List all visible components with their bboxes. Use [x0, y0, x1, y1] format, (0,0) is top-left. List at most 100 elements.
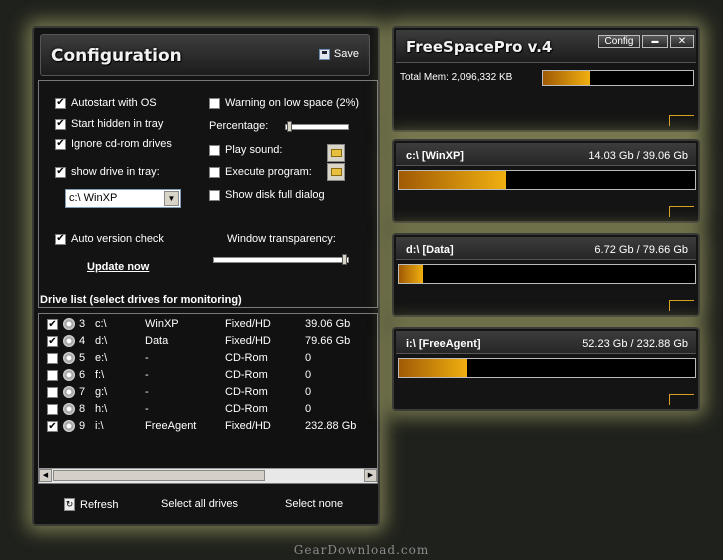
drive-size: 0 — [305, 386, 312, 398]
drive-row[interactable]: ✔ 9 i:\ FreeAgent Fixed/HD 232.88 Gb — [39, 418, 369, 435]
drive-row[interactable]: 5 e:\ - CD-Rom 0 — [39, 350, 369, 367]
memory-meter — [542, 70, 694, 86]
tray-drive-select[interactable]: c:\ WinXP ▼ — [65, 189, 181, 208]
auto-version-checkbox[interactable]: ✔ — [55, 233, 66, 245]
resize-corner[interactable] — [669, 394, 694, 405]
drive-checkbox[interactable]: ✔ — [47, 319, 58, 330]
drive-row[interactable]: ✔ 3 c:\ WinXP Fixed/HD 39.06 Gb — [39, 316, 369, 333]
drive-usage-panel: d:\ [Data] 6.72 Gb / 79.66 Gb — [392, 233, 700, 317]
show-disk-full-checkbox[interactable] — [209, 189, 220, 201]
transparency-slider-track[interactable] — [213, 257, 349, 263]
drive-checkbox[interactable]: ✔ — [47, 421, 58, 432]
drive-size: 39.06 Gb — [305, 318, 351, 330]
drive-checkbox[interactable] — [47, 370, 58, 381]
warning-low-space-label: Warning on low space (2%) — [225, 97, 360, 109]
close-button[interactable]: ✕ — [670, 35, 694, 48]
save-button[interactable]: Save — [318, 48, 359, 60]
play-sound-option[interactable]: Play sound: — [209, 144, 282, 156]
drive-panel-header: c:\ [WinXP] 14.03 Gb / 39.06 Gb — [396, 143, 696, 166]
select-none-button[interactable]: Select none — [285, 498, 343, 510]
fsp-title: FreeSpacePro v.4 — [406, 38, 553, 56]
start-hidden-option[interactable]: ✔ Start hidden in tray — [55, 118, 163, 130]
warning-low-space-option[interactable]: Warning on low space (2%) — [209, 97, 359, 109]
drive-label: - — [145, 403, 149, 415]
drive-type: CD-Rom — [225, 352, 268, 364]
autostart-label: Autostart with OS — [71, 97, 157, 109]
drive-row[interactable]: 6 f:\ - CD-Rom 0 — [39, 367, 369, 384]
drive-usage-meter-fill — [399, 265, 423, 283]
drive-usage-meter — [398, 358, 696, 378]
resize-corner[interactable] — [669, 206, 694, 217]
drive-panel-usage: 14.03 Gb / 39.06 Gb — [588, 150, 688, 162]
drive-size: 0 — [305, 352, 312, 364]
drive-checkbox[interactable] — [47, 404, 58, 415]
start-hidden-label: Start hidden in tray — [71, 118, 164, 130]
drive-label: WinXP — [145, 318, 179, 330]
drive-panel-name: i:\ [FreeAgent] — [406, 338, 481, 350]
configuration-window: Configuration Save ✔ Autostart with OS ✔… — [32, 26, 380, 526]
refresh-button[interactable]: ↻ Refresh — [64, 498, 119, 511]
show-drive-tray-option[interactable]: ✔ show drive in tray: — [55, 166, 160, 178]
drive-checkbox[interactable] — [47, 387, 58, 398]
ignore-cdrom-checkbox[interactable]: ✔ — [55, 138, 66, 150]
percentage-slider-track[interactable] — [285, 124, 349, 130]
autostart-checkbox[interactable]: ✔ — [55, 97, 66, 109]
ignore-cdrom-option[interactable]: ✔ Ignore cd-rom drives — [55, 138, 172, 150]
drive-letter: d:\ — [95, 335, 108, 347]
drive-usage-meter-fill — [399, 359, 468, 377]
browse-program-button[interactable] — [327, 163, 345, 181]
config-title: Configuration — [51, 46, 182, 66]
floppy-disk-icon — [318, 48, 330, 60]
scroll-left-button[interactable]: ◀ — [39, 469, 52, 482]
drive-row[interactable]: ✔ 4 d:\ Data Fixed/HD 79.66 Gb — [39, 333, 369, 350]
drive-type: CD-Rom — [225, 369, 268, 381]
drive-number: 4 — [79, 335, 86, 347]
drive-type: Fixed/HD — [225, 420, 271, 432]
drive-size: 79.66 Gb — [305, 335, 351, 347]
select-all-drives-button[interactable]: Select all drives — [161, 498, 238, 510]
memory-meter-fill — [543, 71, 590, 85]
transparency-slider-thumb[interactable] — [342, 254, 347, 265]
auto-version-option[interactable]: ✔ Auto version check — [55, 233, 164, 245]
execute-program-option[interactable]: Execute program: — [209, 166, 312, 178]
horizontal-scrollbar[interactable]: ◀ ▶ — [39, 468, 377, 483]
execute-program-checkbox[interactable] — [209, 166, 220, 178]
warning-low-space-checkbox[interactable] — [209, 97, 220, 109]
drive-letter: h:\ — [95, 403, 108, 415]
drive-row[interactable]: 7 g:\ - CD-Rom 0 — [39, 384, 369, 401]
fsp-titlebar: FreeSpacePro v.4 Config ▬ ✕ — [396, 30, 696, 63]
drive-panel-usage: 52.23 Gb / 232.88 Gb — [582, 338, 688, 350]
scroll-right-button[interactable]: ▶ — [364, 469, 377, 482]
drive-letter: e:\ — [95, 352, 108, 364]
update-now-link[interactable]: Update now — [87, 261, 149, 273]
disk-icon — [63, 369, 75, 381]
drive-row[interactable]: 8 h:\ - CD-Rom 0 — [39, 401, 369, 418]
browse-sound-button[interactable] — [327, 144, 345, 162]
scroll-thumb[interactable] — [53, 470, 265, 481]
play-sound-checkbox[interactable] — [209, 144, 220, 156]
disk-icon — [63, 318, 75, 330]
show-disk-full-option[interactable]: Show disk full dialog — [209, 189, 325, 201]
disk-icon — [63, 335, 75, 347]
drive-number: 3 — [79, 318, 86, 330]
config-titlebar: Configuration Save — [40, 34, 370, 76]
drive-list: ✔ 3 c:\ WinXP Fixed/HD 39.06 Gb ✔ 4 d:\ Data Fixed… — [38, 313, 378, 484]
percentage-slider-thumb[interactable] — [287, 121, 292, 132]
drive-list-title: Drive list (select drives for monitoring… — [40, 294, 242, 306]
drive-panel-header: d:\ [Data] 6.72 Gb / 79.66 Gb — [396, 237, 696, 260]
resize-corner[interactable] — [669, 115, 694, 126]
refresh-icon: ↻ — [64, 498, 75, 511]
chevron-down-icon[interactable]: ▼ — [164, 191, 179, 206]
drive-usage-panel: i:\ [FreeAgent] 52.23 Gb / 232.88 Gb — [392, 327, 700, 411]
drive-checkbox[interactable]: ✔ — [47, 336, 58, 347]
resize-corner[interactable] — [669, 300, 694, 311]
disk-icon — [63, 420, 75, 432]
show-drive-tray-checkbox[interactable]: ✔ — [55, 166, 66, 178]
minimize-button[interactable]: ▬ — [642, 35, 668, 48]
config-button[interactable]: Config — [598, 35, 640, 48]
start-hidden-checkbox[interactable]: ✔ — [55, 118, 66, 130]
autostart-option[interactable]: ✔ Autostart with OS — [55, 97, 157, 109]
disk-icon — [63, 403, 75, 415]
drive-checkbox[interactable] — [47, 353, 58, 364]
transparency-label: Window transparency: — [227, 233, 336, 245]
